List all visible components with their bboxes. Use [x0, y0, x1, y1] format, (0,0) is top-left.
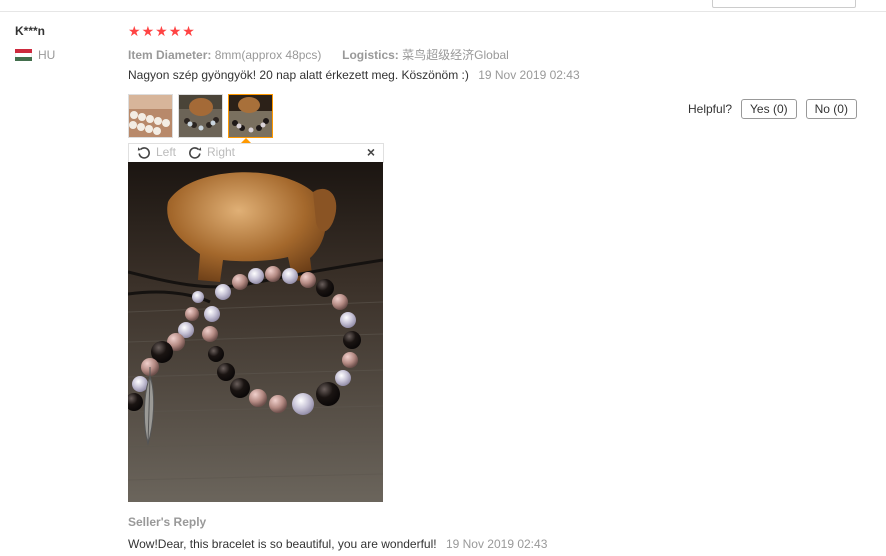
- star-icon: ★: [155, 23, 168, 39]
- photo-thumbnail[interactable]: [178, 94, 223, 138]
- helpful-label: Helpful?: [688, 102, 733, 116]
- sort-dropdown[interactable]: [712, 0, 856, 8]
- diameter-label: Item Diameter:: [128, 48, 212, 62]
- review-photo-large: [128, 162, 383, 502]
- helpful-no-button[interactable]: No (0): [805, 99, 857, 119]
- hungary-flag-icon: [15, 49, 32, 61]
- diameter-value: 8mm(approx 48pcs): [214, 48, 322, 62]
- rotate-left-icon: [137, 147, 150, 159]
- photo-thumbnail[interactable]: [128, 94, 173, 138]
- seller-reply-text: Wow!Dear, this bracelet is so beautiful,…: [128, 537, 437, 551]
- order-attributes: Item Diameter: 8mm(approx 48pcs) Logisti…: [128, 46, 509, 63]
- star-icon: ★: [182, 23, 195, 39]
- rotate-right-label: Right: [207, 145, 236, 159]
- reviewer-name: K***n: [15, 24, 46, 38]
- review-body: Nagyon szép gyöngyök! 20 nap alatt érkez…: [128, 68, 580, 82]
- top-toolbar-strip: [0, 0, 886, 12]
- photo-viewer-toolbar: Left Right ×: [128, 143, 384, 163]
- rotate-right-icon: [189, 147, 202, 159]
- star-rating: ★ ★ ★ ★ ★: [128, 24, 195, 38]
- photo-thumbnail-selected[interactable]: [228, 94, 273, 138]
- helpful-yes-button[interactable]: Yes (0): [741, 99, 797, 119]
- close-icon[interactable]: ×: [367, 144, 375, 160]
- seller-reply: Wow!Dear, this bracelet is so beautiful,…: [128, 537, 547, 551]
- seller-reply-title: Seller's Reply: [128, 515, 207, 529]
- star-icon: ★: [128, 23, 141, 39]
- helpful-vote: Helpful? Yes (0) No (0): [688, 99, 866, 119]
- rotate-right-button[interactable]: Right: [188, 145, 235, 159]
- reviewer-country: HU: [38, 48, 56, 62]
- logistics-label: Logistics:: [342, 48, 399, 62]
- photo-thumbnails: [128, 94, 273, 138]
- rotate-left-label: Left: [156, 145, 177, 159]
- seller-reply-date: 19 Nov 2019 02:43: [445, 537, 548, 551]
- logistics-value: 菜鸟超级经济Global: [402, 48, 509, 62]
- review-text: Nagyon szép gyöngyök! 20 nap alatt érkez…: [128, 68, 469, 82]
- star-icon: ★: [168, 23, 182, 39]
- rotate-left-button[interactable]: Left: [137, 145, 176, 159]
- review-date: 19 Nov 2019 02:43: [478, 68, 580, 82]
- star-icon: ★: [141, 23, 155, 39]
